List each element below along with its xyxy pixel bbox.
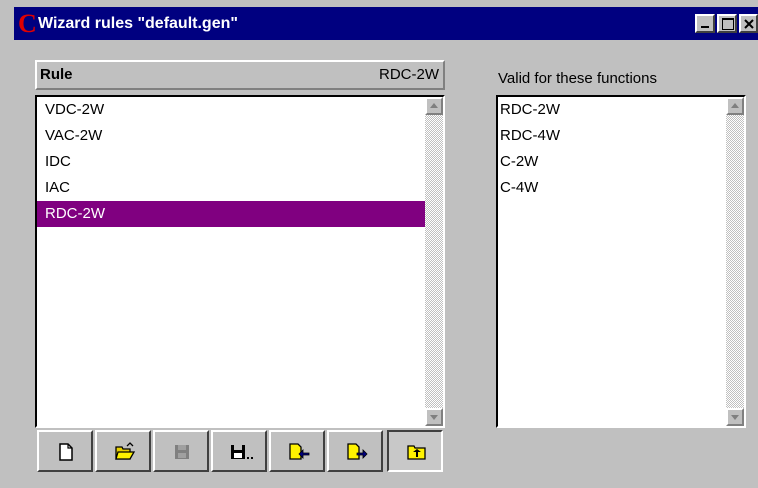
rule-list-item[interactable]: IDC: [37, 149, 425, 175]
save-as-rule-button[interactable]: [211, 430, 267, 472]
rule-list-item[interactable]: IAC: [37, 175, 425, 201]
scroll-down-button[interactable]: [425, 408, 443, 426]
rule-list-scrollbar[interactable]: [425, 97, 443, 426]
function-list-item[interactable]: C-4W: [498, 175, 726, 201]
scroll-down-button[interactable]: [726, 408, 744, 426]
folder-up-icon: [407, 445, 426, 460]
current-rule-label: RDC-2W: [379, 66, 439, 83]
open-folder-icon: [115, 442, 136, 460]
save-as-icon: [231, 445, 253, 459]
export-icon: [347, 443, 368, 460]
rule-list-item[interactable]: RDC-2W: [37, 201, 425, 227]
rule-list-item[interactable]: VAC-2W: [37, 123, 425, 149]
close-button[interactable]: [739, 14, 758, 33]
minimize-button[interactable]: [695, 14, 715, 33]
rule-list-item[interactable]: VDC-2W: [37, 97, 425, 123]
function-list-item[interactable]: RDC-4W: [498, 123, 726, 149]
functions-list-scrollbar[interactable]: [726, 97, 744, 426]
scroll-down-arrow-icon: [430, 415, 438, 420]
valid-functions-list[interactable]: RDC-2W RDC-4W C-2W C-4W: [496, 95, 746, 428]
function-list-item[interactable]: C-2W: [498, 149, 726, 175]
save-icon: [175, 445, 189, 459]
open-rule-button[interactable]: [95, 430, 151, 472]
save-rule-button[interactable]: [153, 430, 209, 472]
valid-functions-label: Valid for these functions: [498, 70, 657, 87]
rule-list-header: Rule RDC-2W: [35, 60, 445, 90]
minimize-icon: [701, 26, 709, 28]
maximize-button[interactable]: [717, 14, 737, 33]
scroll-down-arrow-icon: [731, 415, 739, 420]
scroll-up-button[interactable]: [726, 97, 744, 115]
new-file-icon: [59, 443, 73, 461]
maximize-icon: [722, 18, 734, 30]
title-bar[interactable]: C Wizard rules "default.gen": [14, 7, 758, 40]
export-rule-button[interactable]: [327, 430, 383, 472]
rule-list[interactable]: VDC-2W VAC-2W IDC IAC RDC-2W: [35, 95, 445, 428]
scroll-up-button[interactable]: [425, 97, 443, 115]
import-icon: [289, 443, 310, 460]
rule-list-items: VDC-2W VAC-2W IDC IAC RDC-2W: [37, 97, 425, 426]
valid-functions-items: RDC-2W RDC-4W C-2W C-4W: [498, 97, 726, 426]
scroll-up-arrow-icon: [430, 103, 438, 108]
rule-column-label: Rule: [40, 66, 73, 83]
import-rule-button[interactable]: [269, 430, 325, 472]
app-logo-icon: C: [18, 9, 37, 38]
function-list-item[interactable]: RDC-2W: [498, 97, 726, 123]
scroll-up-arrow-icon: [731, 103, 739, 108]
rule-toolbar: [35, 430, 445, 472]
close-icon: [744, 19, 754, 29]
new-rule-button[interactable]: [37, 430, 93, 472]
window-title: Wizard rules "default.gen": [38, 15, 238, 32]
parent-folder-button[interactable]: [387, 430, 443, 472]
